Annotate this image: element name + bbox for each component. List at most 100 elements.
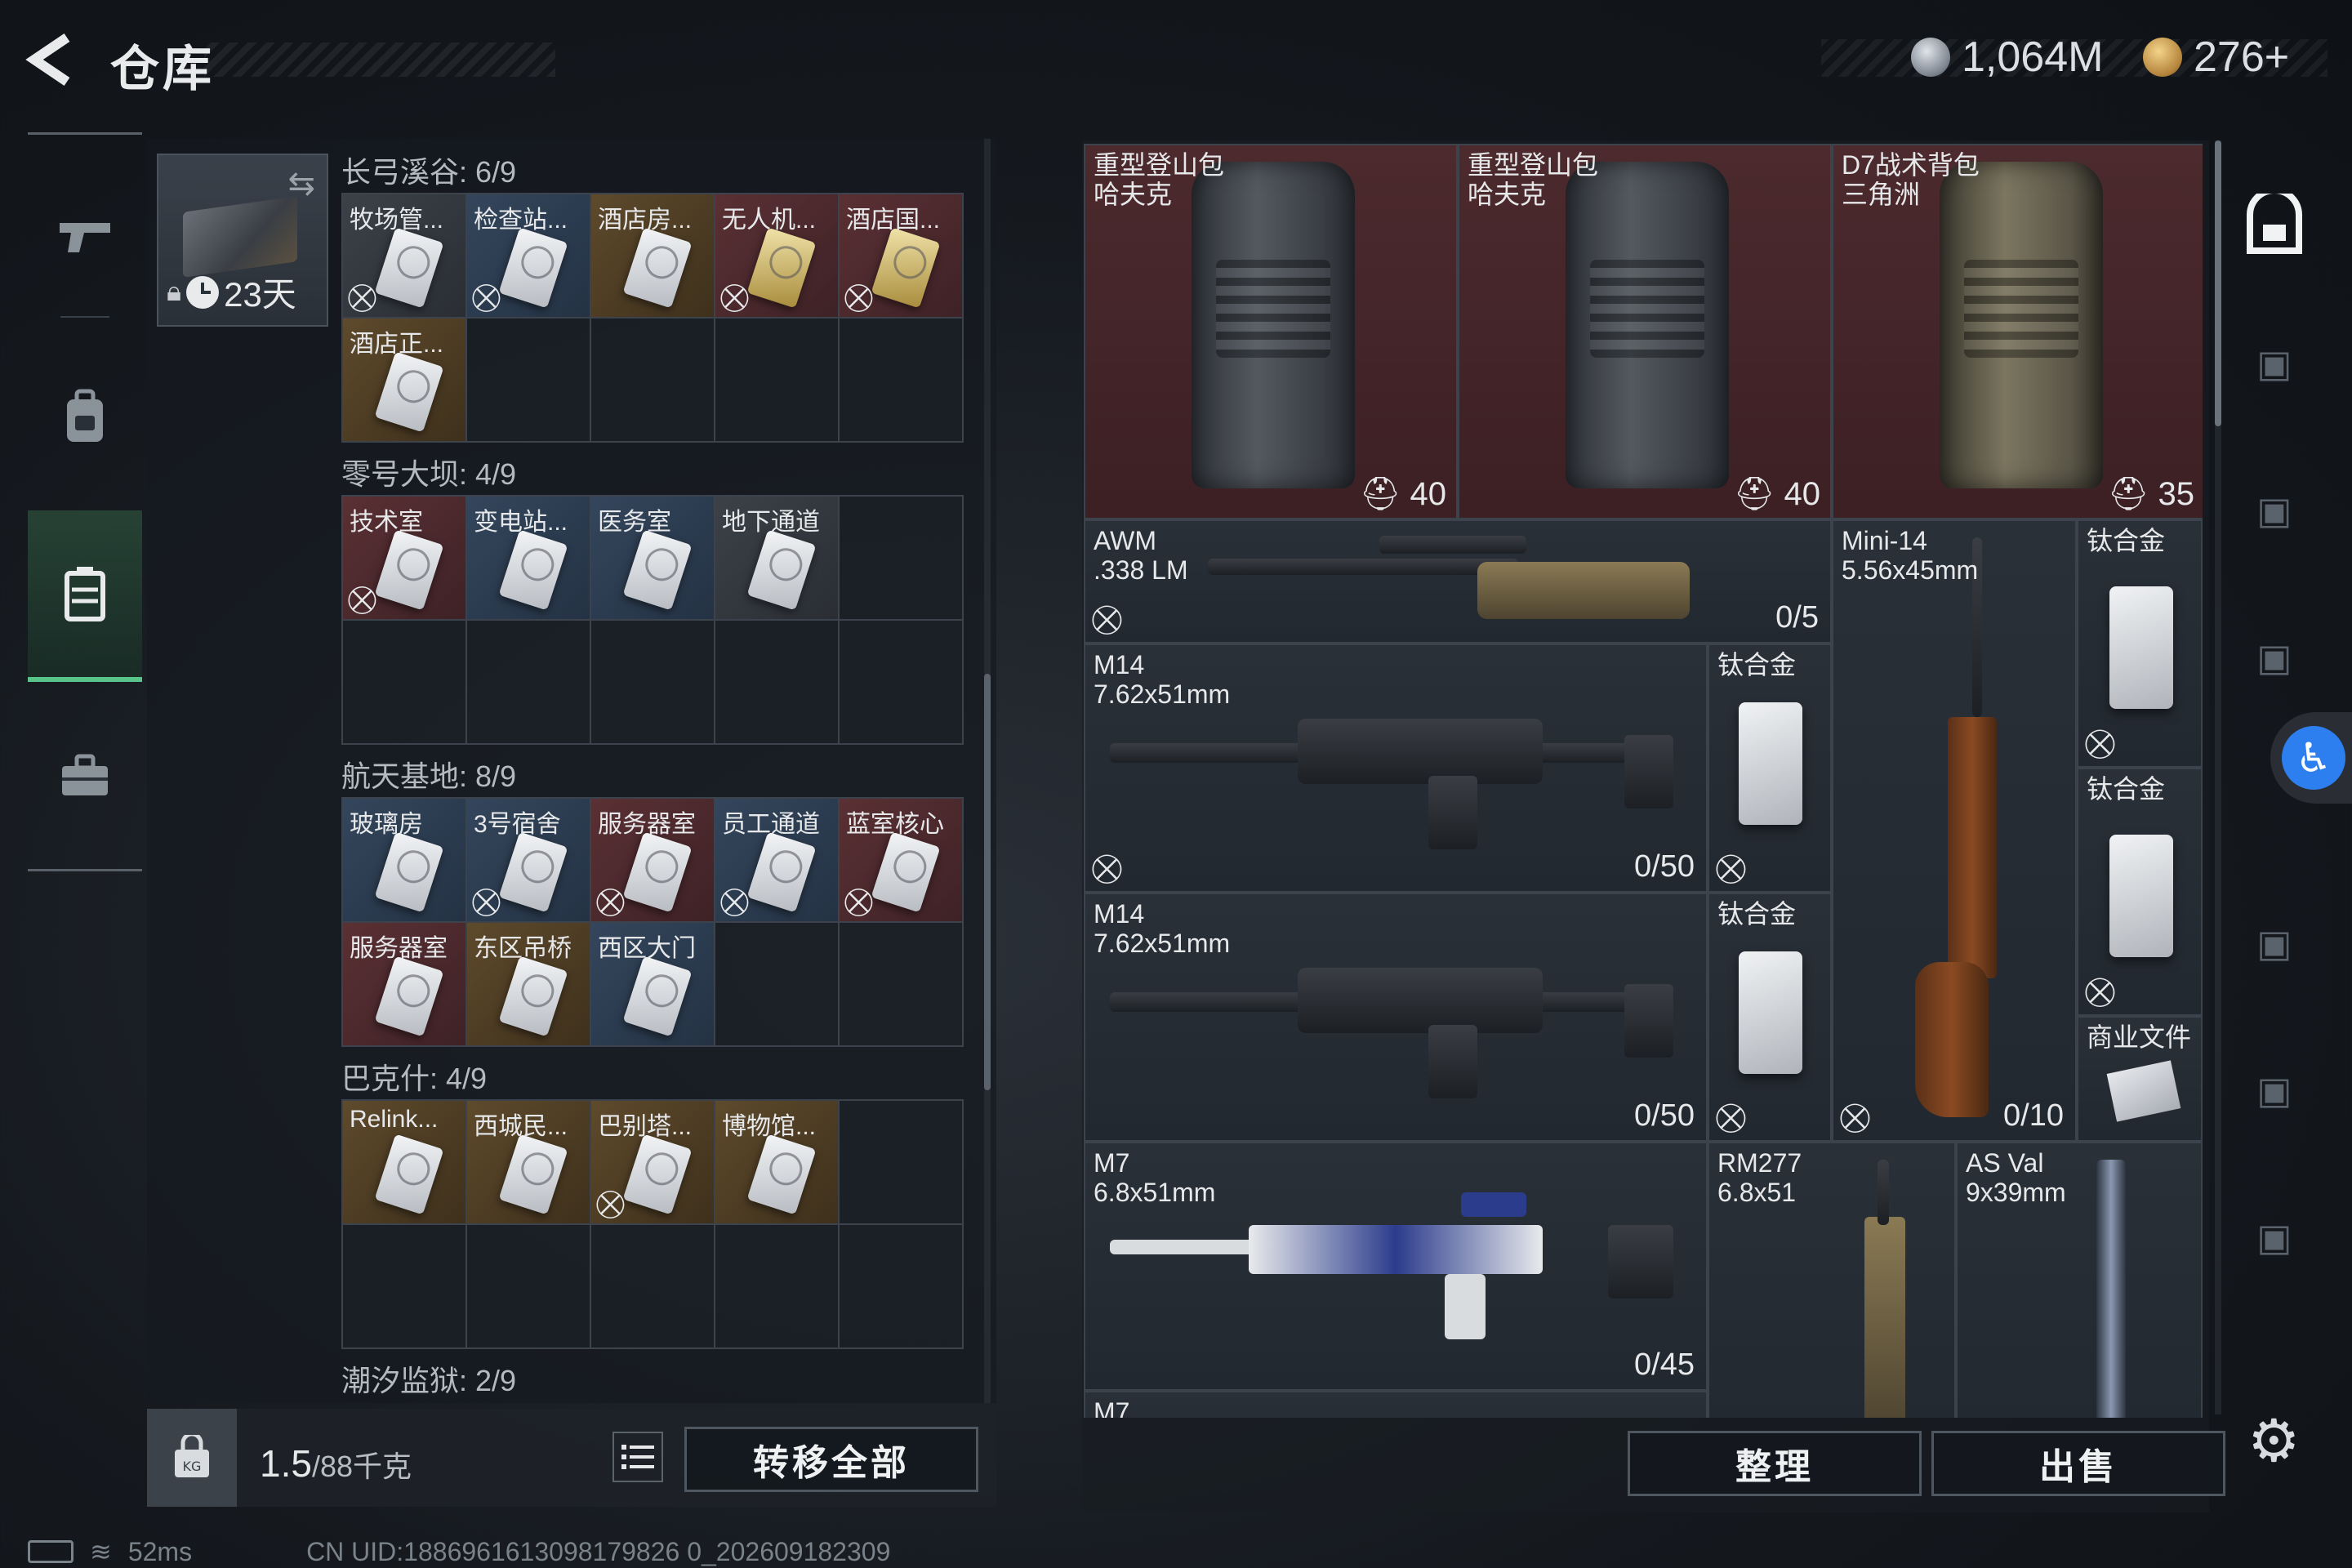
nav-storage[interactable] <box>28 510 142 682</box>
grid-cell[interactable]: 酒店房... <box>591 194 715 318</box>
keycard-item[interactable]: 员工通道 ⛒ <box>715 799 838 921</box>
grid-cell[interactable]: 酒店正... <box>343 318 467 443</box>
grid-cell[interactable] <box>591 318 715 443</box>
grid-cell[interactable]: 3号宿舍 ⛒ <box>467 799 591 923</box>
backpack-scrollbar[interactable] <box>2215 140 2221 1414</box>
weapon-m7-2[interactable]: M7 <box>1084 1391 1708 1418</box>
grid-cell[interactable]: 西区大门 <box>591 923 715 1047</box>
grid-cell[interactable] <box>591 1225 715 1349</box>
grid-cell[interactable]: 技术室 ⛒ <box>343 497 467 621</box>
accessibility-button[interactable]: ♿︎ <box>2270 712 2352 804</box>
grid-cell[interactable] <box>840 1225 964 1349</box>
titanium-plate-1[interactable]: 钛合金 ⛒ <box>2077 519 2203 768</box>
grid-cell[interactable] <box>840 621 964 745</box>
business-document[interactable]: 商业文件 <box>2077 1016 2203 1142</box>
organize-button[interactable]: 整理 <box>1628 1431 1922 1496</box>
weapon-m7[interactable]: M7 6.8x51mm 0/45 <box>1084 1142 1708 1391</box>
keycard-item[interactable]: 技术室 ⛒ <box>343 497 466 619</box>
tab-container-2[interactable]: ▣ <box>2230 466 2319 555</box>
keycard-item[interactable]: 巴别塔... ⛒ <box>591 1101 714 1223</box>
grid-cell[interactable]: 服务器室 <box>343 923 467 1047</box>
keycard-item[interactable]: 酒店房... <box>591 194 714 317</box>
tab-container-5[interactable]: ▣ <box>2230 898 2319 988</box>
grid-cell[interactable]: 检查站... ⛒ <box>467 194 591 318</box>
keycard-item[interactable]: 酒店国... ⛒ <box>840 194 962 317</box>
grid-cell[interactable] <box>715 621 840 745</box>
swap-icon[interactable]: ⇆ <box>287 165 315 203</box>
keycard-item[interactable]: 西城民... <box>467 1101 590 1223</box>
tab-container-7[interactable]: ▣ <box>2230 1192 2319 1282</box>
keycard-item[interactable]: 无人机... ⛒ <box>715 194 838 317</box>
grid-cell[interactable]: 员工通道 ⛒ <box>715 799 840 923</box>
keycard-item[interactable]: 西区大门 <box>591 923 714 1045</box>
bag-item-2[interactable]: 重型登山包 哈夫克 ⛑︎ 40 <box>1458 144 1832 519</box>
weapon-asval[interactable]: AS Val 9x39mm <box>1956 1142 2203 1418</box>
keycard-item[interactable]: 牧场管... ⛒ <box>343 194 466 317</box>
keycard-item[interactable]: 东区吊桥 <box>467 923 590 1045</box>
grid-cell[interactable] <box>840 497 964 621</box>
grid-cell[interactable]: 博物馆... <box>715 1101 840 1225</box>
titanium-plate-3[interactable]: 钛合金 ⛒ <box>1708 644 1832 893</box>
transfer-all-button[interactable]: 转移全部 <box>684 1427 978 1492</box>
nav-backpack[interactable] <box>28 355 142 478</box>
gold-currency[interactable]: 276+ <box>2143 31 2289 83</box>
grid-cell[interactable]: 玻璃房 <box>343 799 467 923</box>
back-arrow-icon[interactable] <box>24 31 82 88</box>
grid-cell[interactable] <box>467 621 591 745</box>
grid-cell[interactable]: Relink... <box>343 1101 467 1225</box>
grid-cell[interactable] <box>591 621 715 745</box>
tab-container-1[interactable]: ▣ <box>2230 318 2319 408</box>
bag-item-3[interactable]: D7战术背包 三角洲 ⛑︎ 35 <box>1832 144 2203 519</box>
weapon-mini14[interactable]: Mini-14 5.56x45mm ⛒ 0/10 <box>1832 519 2077 1142</box>
sell-button[interactable]: 出售 <box>1931 1431 2225 1496</box>
grid-cell[interactable]: 酒店国... ⛒ <box>840 194 964 318</box>
storage-scrollbar[interactable] <box>984 139 991 1403</box>
keycard-item[interactable]: 地下通道 <box>715 497 838 619</box>
keycard-item[interactable]: 3号宿舍 ⛒ <box>467 799 590 921</box>
silver-currency[interactable]: 1,064M <box>1911 31 2103 83</box>
keycard-item[interactable]: 玻璃房 <box>343 799 466 921</box>
grid-cell[interactable] <box>715 318 840 443</box>
weapon-awm[interactable]: AWM .338 LM ⛒ 0/5 <box>1084 519 1832 644</box>
grid-cell[interactable]: 东区吊桥 <box>467 923 591 1047</box>
keycard-item[interactable]: 酒店正... <box>343 318 466 441</box>
scrollbar-thumb[interactable] <box>984 674 991 1090</box>
weapon-m14-2[interactable]: M14 7.62x51mm 0/50 <box>1084 893 1708 1142</box>
titanium-plate-2[interactable]: 钛合金 ⛒ <box>2077 768 2203 1016</box>
bag-item-1[interactable]: 重型登山包 哈夫克 ⛑︎ 40 <box>1084 144 1458 519</box>
grid-cell[interactable] <box>840 923 964 1047</box>
grid-cell[interactable] <box>715 923 840 1047</box>
keycard-item[interactable]: Relink... <box>343 1101 466 1223</box>
grid-cell[interactable]: 西城民... <box>467 1101 591 1225</box>
nav-weapons[interactable] <box>28 176 142 298</box>
keycard-item[interactable]: 变电站... <box>467 497 590 619</box>
settings-gear-icon[interactable]: ⚙ <box>2247 1406 2301 1475</box>
titanium-plate-4[interactable]: 钛合金 ⛒ <box>1708 893 1832 1142</box>
keycard-item[interactable]: 服务器室 ⛒ <box>591 799 714 921</box>
grid-cell[interactable]: 无人机... ⛒ <box>715 194 840 318</box>
tab-backpack[interactable] <box>2230 180 2319 270</box>
keycard-item[interactable]: 服务器室 <box>343 923 466 1045</box>
list-view-button[interactable] <box>612 1432 663 1482</box>
tab-container-6[interactable]: ▣ <box>2230 1045 2319 1135</box>
scrollbar-thumb[interactable] <box>2215 140 2221 426</box>
grid-cell[interactable]: 变电站... <box>467 497 591 621</box>
keycard-item[interactable]: 博物馆... <box>715 1101 838 1223</box>
grid-cell[interactable]: 医务室 <box>591 497 715 621</box>
weight-lock-button[interactable]: KG <box>147 1409 237 1507</box>
grid-cell[interactable] <box>343 1225 467 1349</box>
grid-cell[interactable] <box>343 621 467 745</box>
grid-cell[interactable] <box>467 1225 591 1349</box>
tab-container-3[interactable]: ▣ <box>2230 612 2319 702</box>
grid-cell[interactable]: 地下通道 <box>715 497 840 621</box>
keycard-item[interactable]: 医务室 <box>591 497 714 619</box>
grid-cell[interactable]: 蓝室核心 ⛒ <box>840 799 964 923</box>
keycard-item[interactable]: 检查站... ⛒ <box>467 194 590 317</box>
grid-cell[interactable]: 服务器室 ⛒ <box>591 799 715 923</box>
grid-cell[interactable] <box>715 1225 840 1349</box>
safe-box-slot[interactable]: ⇆ 🔒︎ 23天 <box>157 154 328 327</box>
grid-cell[interactable] <box>840 1101 964 1225</box>
weapon-m14-1[interactable]: M14 7.62x51mm ⛒ 0/50 <box>1084 644 1708 893</box>
grid-cell[interactable] <box>840 318 964 443</box>
grid-cell[interactable]: 巴别塔... ⛒ <box>591 1101 715 1225</box>
